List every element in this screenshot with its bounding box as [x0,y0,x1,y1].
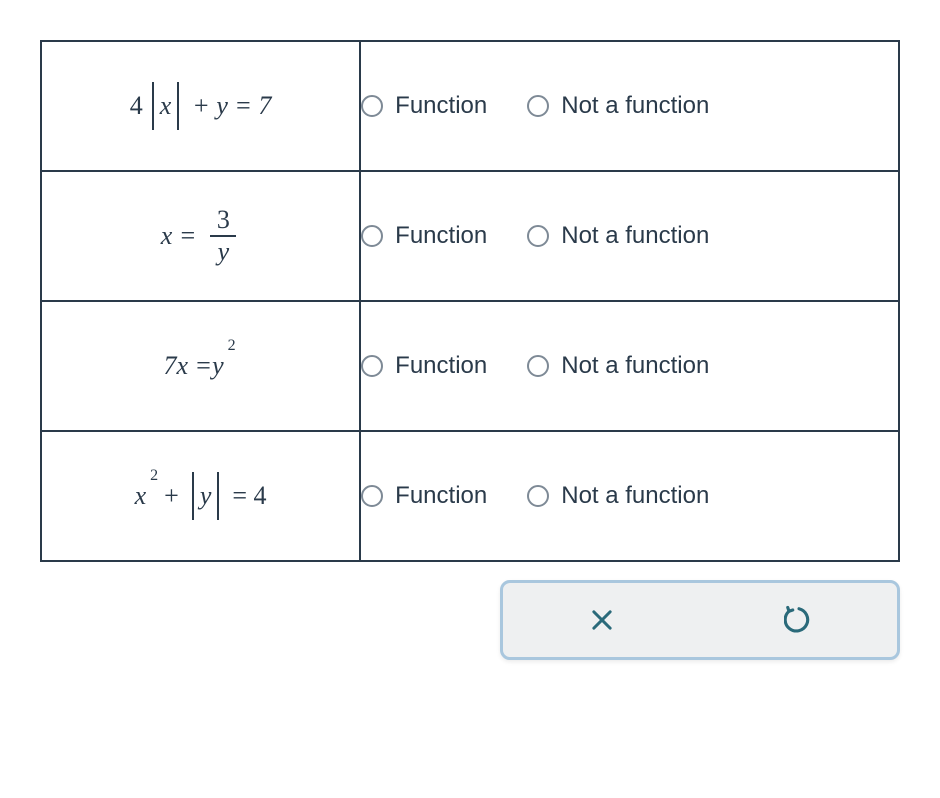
table-row: x = 3 y Function [41,171,899,301]
radio-label: Not a function [561,92,709,120]
table-row: x 2 + y = 4 Function [41,431,899,561]
radio-label: Not a function [561,222,709,250]
options-cell: Function Not a function [360,41,899,171]
power-sup: 2 [228,337,236,355]
power-base: x [135,481,147,510]
radio-not-function[interactable]: Not a function [527,352,709,380]
equation-cell: x 2 + y = 4 [41,431,360,561]
equation-4: x 2 + y = 4 [135,472,267,520]
radio-icon [361,95,383,117]
radio-icon [527,485,549,507]
radio-icon [527,95,549,117]
radio-label: Function [395,92,487,120]
radio-function[interactable]: Function [361,92,487,120]
abs-var: x [154,91,178,121]
close-icon [588,606,616,634]
equation-cell: 4 x + y = 7 [41,41,360,171]
equation-3: 7x = y 2 [164,351,238,381]
radio-icon [527,225,549,247]
options-cell: Function Not a function [360,431,899,561]
undo-icon [784,605,814,635]
radio-not-function[interactable]: Not a function [527,92,709,120]
equation-cell: x = 3 y [41,171,360,301]
equation-cell: 7x = y 2 [41,301,360,431]
radio-label: Not a function [561,482,709,510]
eq-rest: + y = 7 [192,91,271,121]
radio-function[interactable]: Function [361,482,487,510]
coef: 4 [130,91,143,121]
equation-1: 4 x + y = 7 [130,82,272,130]
radio-not-function[interactable]: Not a function [527,222,709,250]
table-row: 4 x + y = 7 Function [41,41,899,171]
action-bar [500,580,900,660]
table-row: 7x = y 2 Function Not a fun [41,301,899,431]
fraction: 3 y [210,205,236,267]
power-sup: 2 [150,467,158,485]
power: y 2 [212,351,224,381]
radio-icon [361,355,383,377]
eq-lhs: x = [161,221,197,251]
radio-label: Function [395,352,487,380]
eq-rest: = 4 [232,481,266,511]
equations-table: 4 x + y = 7 Function [40,40,900,562]
abs-var: y [194,481,218,511]
radio-label: Function [395,222,487,250]
options-cell: Function Not a function [360,171,899,301]
radio-icon [361,485,383,507]
options-cell: Function Not a function [360,301,899,431]
radio-label: Function [395,482,487,510]
power-base: y [212,351,224,380]
clear-button[interactable] [580,598,624,642]
radio-icon [361,225,383,247]
equation-2: x = 3 y [161,205,241,267]
frac-num: 3 [211,205,236,235]
radio-not-function[interactable]: Not a function [527,482,709,510]
radio-icon [527,355,549,377]
power: x 2 [135,481,147,511]
radio-function[interactable]: Function [361,222,487,250]
abs-group: x [149,82,183,130]
eq-lhs: 7x = [164,351,213,381]
undo-button[interactable] [777,598,821,642]
frac-den: y [212,237,236,267]
abs-group: y [189,472,223,520]
radio-label: Not a function [561,352,709,380]
plus: + [164,481,179,511]
radio-function[interactable]: Function [361,352,487,380]
